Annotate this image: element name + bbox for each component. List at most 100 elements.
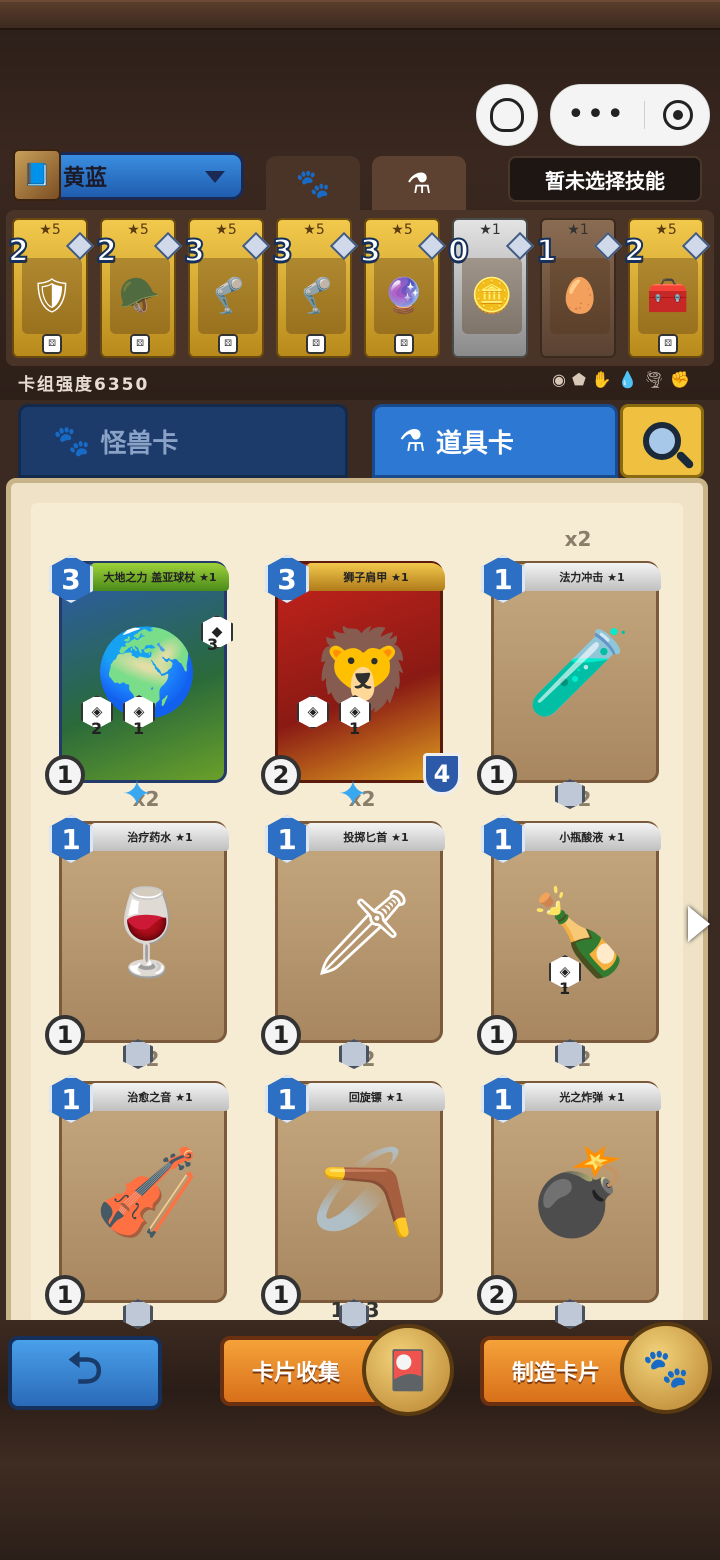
deck-strength: 卡组强度6350 [18,375,150,395]
card-art: 🗡 [309,882,417,981]
deck-card-art: 🛡 [22,258,82,334]
skill-status-label: 暂未选择技能 [545,168,665,193]
deck-card[interactable]: ★5 2 🪖 ⚄ [95,218,183,358]
ability-badge-value: 2 [91,719,103,738]
dice-icon: ⚄ [306,334,326,354]
deck-card[interactable]: ★1 0 🪙 [447,218,535,358]
card-art: 🧪 [526,622,632,721]
card-book-icon[interactable]: 🎴 [362,1324,454,1416]
ring-icon: ◉ [552,370,572,389]
card-name: 大地之力 盖亚球杖 ★1 [91,563,229,591]
card-copies: x2 [564,527,592,551]
dice-icon: ⚄ [42,334,62,354]
deck-card[interactable]: ★5 2 🧰 ⚄ [623,218,711,358]
more-icon[interactable]: ••• [567,100,626,130]
next-page-arrow-icon[interactable] [688,906,710,942]
paw-icon: 🐾 [53,423,91,459]
deck-status-icons: ◉⬟✋💧🌪✊ [552,370,696,389]
card-attack: 2 [261,755,301,795]
deck-card[interactable]: ★1 1 🥚 [535,218,623,358]
potion-icon: ⚗ [406,166,432,200]
card-name: 投掷匕首 ★1 [307,823,445,851]
deck-card[interactable]: ★5 3 🦿 ⚄ [271,218,359,358]
card-name: 回旋镖 ★1 [307,1083,445,1111]
card-name: 狮子肩甲 ★1 [307,563,445,591]
deck-card-art: 🪙 [462,258,522,334]
deck-card-art: 🔮 [374,258,434,334]
profile-button[interactable] [476,84,538,146]
tab-item-deck[interactable]: ⚗ [372,156,466,210]
deck-card[interactable]: ★5 3 🦿 ⚄ [183,218,271,358]
card-attack: 2 [477,1275,517,1315]
tab-monster-deck[interactable]: 🐾 [266,156,360,210]
paw-icon: 🐾 [295,166,331,200]
search-button[interactable] [620,404,704,478]
collection-grid: 大地之力 盖亚球杖 ★1 3 🌍 1 ✦ ◆ 3 ◈ 2 ◈ 1 狮子肩甲 ★1 3 🦁 2 4 ✦ ◈ ◈ 1 x2 法… [31,503,683,1329]
collection-card[interactable]: x2小瓶酸液 ★11🍾1◈1 [477,787,673,1069]
card-name: 光之炸弹 ★1 [523,1083,661,1111]
card-art: 🪃 [310,1142,416,1241]
deck-card-art: 🪖 [110,258,170,334]
card-art: 🍷 [94,882,200,981]
menu-capsule: ••• [550,84,710,146]
deck-selector[interactable]: 📘 黄蓝 [13,149,244,201]
card-name: 治疗药水 ★1 [91,823,229,851]
card-attack: 1 [45,1015,85,1055]
back-button[interactable]: ⮌ [8,1336,162,1410]
collection-card[interactable]: x2 投掷匕首 ★1 1 🗡 1 [261,787,457,1069]
tab-monster-cards[interactable]: 🐾 怪兽卡 [18,404,348,478]
collection-panel: 大地之力 盖亚球杖 ★1 3 🌍 1 ✦ ◆ 3 ◈ 2 ◈ 1 狮子肩甲 ★1 3 🦁 2 4 ✦ ◈ ◈ 1 x2 法… [6,478,708,1344]
deck-card-art: 🦿 [198,258,258,334]
side-badge-value: 3 [207,635,219,654]
dice-icon: ⚄ [218,334,238,354]
potion-icon: ⚗ [399,423,426,459]
collection-card[interactable]: x2回旋镖 ★11🪃1 [261,1047,457,1329]
dice-icon: ⚄ [658,334,678,354]
card-attack: 1 [45,755,85,795]
ability-badge-value: 1 [559,979,571,998]
collection-card[interactable]: x2光之炸弹 ★11💣2 [477,1047,673,1329]
card-attack: 1 [45,1275,85,1315]
card-attack: 1 [261,1015,301,1055]
deck-name: 黄蓝 [63,166,108,191]
card-health: 4 [423,753,461,795]
card-attack: 1 [477,755,517,795]
tornado-icon: 🌪 [643,370,671,389]
card-attack: 1 [261,1275,301,1315]
skill-status[interactable]: 暂未选择技能 [508,156,702,202]
shield-icon: ⬟ [571,370,592,389]
card-name: 小瓶酸液 ★1 [523,823,661,851]
back-arrow-icon: ⮌ [67,1342,103,1394]
tab-item-label: 道具卡 [435,428,514,459]
paw-jar-icon[interactable]: 🐾 [620,1322,712,1414]
card-art: 🎻 [94,1142,200,1241]
collection-card[interactable]: 狮子肩甲 ★1 3 🦁 2 4 ✦ ◈ ◈ 1 [261,555,461,815]
collection-card[interactable]: x2 法力冲击 ★1 1 🧪 1 [477,527,673,809]
deck-card-art: 🦿 [286,258,346,334]
dice-icon: ⚄ [130,334,150,354]
deck-card[interactable]: ★5 3 🔮 ⚄ [359,218,447,358]
search-icon [643,422,681,460]
collection-card[interactable]: x2治愈之音 ★11🎻1 [45,1047,241,1329]
collection-card[interactable]: 大地之力 盖亚球杖 ★1 3 🌍 1 ✦ ◆ 3 ◈ 2 ◈ 1 [45,555,241,815]
close-target-icon[interactable] [663,100,694,130]
card-collection-label: 卡片收集 [252,1361,341,1386]
tab-item-cards[interactable]: ⚗ 道具卡 [372,404,618,478]
ability-badge-value: 1 [133,719,145,738]
deck-card[interactable]: ★5 2 🛡 ⚄ [7,218,95,358]
deck-card-art: 🧰 [638,258,698,334]
craft-card-label: 制造卡片 [512,1361,601,1386]
dice-icon: ⚄ [394,334,414,354]
card-attack: 1 [477,1015,517,1055]
rarity-star-icon: ✦ [121,774,153,815]
hand-icon: ✋ [591,370,618,389]
fist-icon: ✊ [670,370,696,389]
rarity-star-icon: ✦ [337,774,369,815]
ability-badge-value: 1 [349,719,361,738]
deck-card-row: ★5 2 🛡 ⚄ ★5 2 🪖 ⚄ ★5 3 🦿 ⚄ ★5 3 🦿 ⚄ ★5 3 🔮 ⚄ ★1 0 🪙 ★1 1 🥚 ★5 2 🧰 ⚄ [6,210,714,366]
deck-card-art: 🥚 [550,258,610,334]
top-wood-beam [0,0,720,30]
user-icon [490,98,524,132]
collection-card[interactable]: x2 治疗药水 ★1 1 🍷 1 [45,787,241,1069]
drop-icon: 💧 [617,370,644,389]
